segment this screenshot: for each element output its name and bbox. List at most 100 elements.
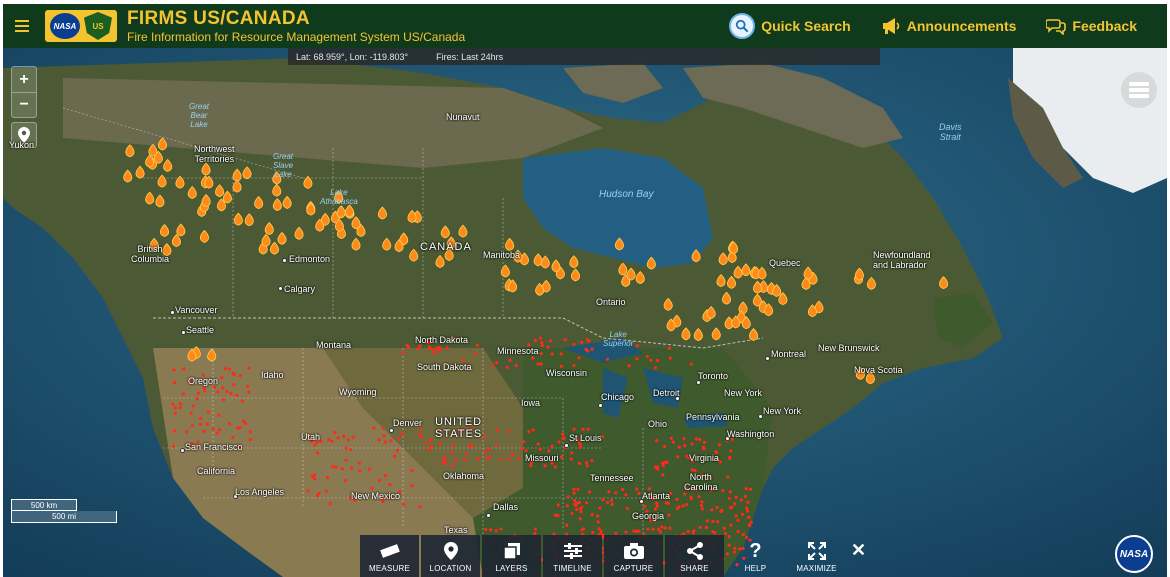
fire-point <box>559 352 563 356</box>
location-button[interactable]: LOCATION <box>421 535 480 577</box>
timeline-button[interactable]: TIMELINE <box>543 535 602 577</box>
fire-point <box>494 443 498 447</box>
fire-point <box>590 512 594 517</box>
label-oregon: Oregon <box>188 376 219 386</box>
fire-point <box>660 525 664 529</box>
layers-button[interactable]: LAYERS <box>482 535 541 577</box>
fire-point <box>690 468 694 472</box>
fire-point <box>533 338 537 343</box>
fire-point <box>717 443 722 447</box>
fire-point <box>499 457 503 461</box>
label-georgia: Georgia <box>632 511 665 521</box>
fire-point <box>699 503 704 508</box>
fire-point <box>476 457 480 461</box>
fire-point <box>514 364 518 368</box>
fire-flame-icon <box>272 198 282 212</box>
fire-point <box>572 363 576 368</box>
help-button[interactable]: ? HELP <box>726 535 785 577</box>
fire-point <box>178 402 182 406</box>
fire-point <box>683 444 687 448</box>
fire-point <box>655 439 659 443</box>
fire-point <box>420 435 424 439</box>
capture-button[interactable]: CAPTURE <box>604 535 663 577</box>
lat-lon-readout: Lat: 68.959°, Lon: -119.803° <box>296 51 409 62</box>
fire-flame-icon <box>157 137 167 151</box>
basemap-list-button[interactable] <box>1121 72 1157 108</box>
measure-button[interactable]: MEASURE <box>360 535 419 577</box>
fire-point <box>682 437 686 441</box>
fire-point <box>734 495 738 499</box>
fire-flame-icon <box>242 166 252 180</box>
fire-point <box>710 508 714 512</box>
fire-flame-icon <box>303 175 313 189</box>
fire-flame-icon <box>176 223 186 237</box>
fire-point <box>222 398 226 402</box>
fire-flame-icon <box>618 262 628 276</box>
quick-search-button[interactable]: Quick Search <box>729 13 851 39</box>
fire-point <box>242 419 246 423</box>
fire-point <box>576 487 580 491</box>
fire-point <box>569 457 573 461</box>
maximize-button[interactable]: MAXIMIZE <box>787 535 846 577</box>
fire-point <box>482 434 486 438</box>
fire-point <box>429 444 434 449</box>
fire-point <box>662 444 667 449</box>
fire-point <box>182 367 186 371</box>
fire-point <box>580 505 584 510</box>
fire-point <box>661 464 666 468</box>
fire-point <box>538 447 542 451</box>
fire-point <box>443 461 447 465</box>
fire-point <box>704 525 708 530</box>
fire-point <box>702 440 706 444</box>
fire-point <box>729 523 733 527</box>
fire-map[interactable]: Lat: 68.959°, Lon: -119.803° Fires: Last… <box>3 48 1167 577</box>
nasa-logo-icon: NASA <box>50 13 80 39</box>
announcements-button[interactable]: Announcements <box>881 17 1016 35</box>
zoom-in-button[interactable]: + <box>12 67 36 92</box>
app-header: NASA US FIRMS US/CANADA Fire Information… <box>3 4 1167 48</box>
city-dot <box>278 286 283 291</box>
fire-point <box>451 443 455 447</box>
fire-point <box>596 520 600 524</box>
share-button[interactable]: SHARE <box>665 535 724 577</box>
label-united-states: UNITED STATES <box>435 416 483 440</box>
fire-point <box>486 447 491 451</box>
fire-point <box>438 346 442 350</box>
chat-bubbles-icon <box>1046 17 1067 35</box>
fire-point <box>495 360 499 365</box>
fire-point <box>317 491 321 495</box>
fire-point <box>342 434 346 438</box>
fire-point <box>653 366 658 370</box>
fire-point <box>579 510 583 514</box>
fire-point <box>463 458 467 462</box>
list-icon <box>1129 82 1149 98</box>
label-minnesota: Minnesota <box>497 346 539 356</box>
feedback-button[interactable]: Feedback <box>1046 17 1137 35</box>
fire-point <box>575 507 579 512</box>
fire-flame-icon <box>157 174 167 188</box>
fire-flame-icon <box>215 184 225 198</box>
fire-point <box>372 426 376 430</box>
fire-point <box>349 448 353 452</box>
label-dallas: Dallas <box>493 502 519 512</box>
fire-point <box>327 438 331 442</box>
fire-point <box>235 393 239 397</box>
label-hudson-bay: Hudson Bay <box>599 189 654 200</box>
fire-point <box>598 506 602 510</box>
fire-flame-icon <box>663 297 673 311</box>
fire-point <box>655 504 659 508</box>
hamburger-menu-icon[interactable] <box>7 4 37 48</box>
fire-flame-icon <box>382 237 392 251</box>
zoom-out-button[interactable]: − <box>12 92 36 117</box>
fire-point <box>536 442 540 446</box>
fire-point <box>700 500 704 504</box>
fire-point <box>517 456 521 460</box>
close-toolbar-button[interactable]: ✕ <box>851 540 866 561</box>
label-new-brunswick: New Brunswick <box>818 343 880 353</box>
label-north-carolina: North Carolina <box>684 472 718 492</box>
fire-point <box>185 430 189 434</box>
fire-point <box>418 505 422 509</box>
fire-flame-icon <box>691 249 701 263</box>
fire-point <box>543 464 547 468</box>
fire-point <box>402 502 406 506</box>
